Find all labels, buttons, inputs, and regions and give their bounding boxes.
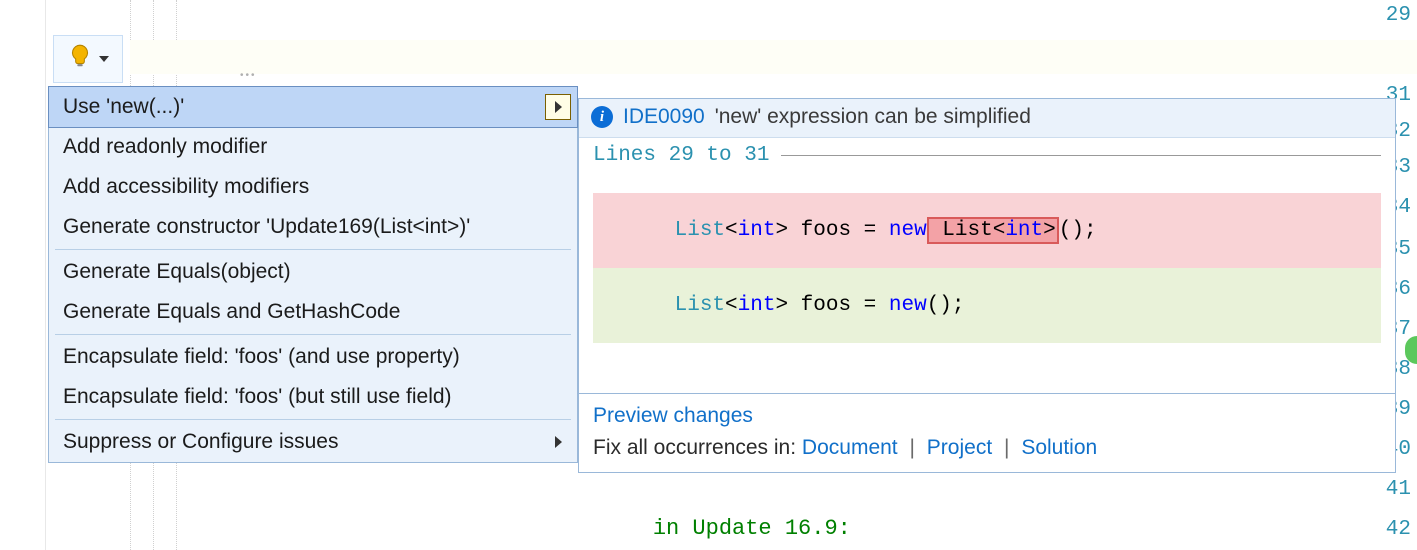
menu-item-label: Suppress or Configure issues xyxy=(63,430,338,453)
code-fix-preview-panel: i IDE0090 'new' expression can be simpli… xyxy=(578,98,1396,473)
ellipsis-hint-icon: ••• xyxy=(240,70,257,81)
menu-separator xyxy=(55,249,571,250)
menu-item-generate-equals-hashcode[interactable]: Generate Equals and GetHashCode xyxy=(49,292,577,332)
divider xyxy=(781,155,1381,156)
menu-item-generate-constructor[interactable]: Generate constructor 'Update169(List<int… xyxy=(49,207,577,247)
lightbulb-quickactions-button[interactable] xyxy=(53,35,123,83)
code-comment-line[interactable]: in Update 16.9: xyxy=(600,478,851,512)
chevron-down-icon xyxy=(99,56,109,62)
menu-item-label: Generate Equals and GetHashCode xyxy=(63,300,400,323)
pipe-separator: | xyxy=(903,436,920,459)
menu-item-label: Generate constructor 'Update169(List<int… xyxy=(63,215,470,238)
menu-item-suppress-configure[interactable]: Suppress or Configure issues xyxy=(49,422,577,462)
diff-before-line: List<int> foos = new List<int>(); xyxy=(593,193,1381,268)
diff-preview: Lines 29 to 31 List<int> foos = new List… xyxy=(579,138,1395,393)
fix-all-project-link[interactable]: Project xyxy=(927,436,992,459)
menu-item-label: Add readonly modifier xyxy=(63,135,267,158)
quick-actions-menu: Use 'new(...)' Add readonly modifier Add… xyxy=(48,86,578,463)
menu-item-encapsulate-field-property[interactable]: Encapsulate field: 'foos' (and use prope… xyxy=(49,337,577,377)
preview-footer: Preview changes Fix all occurrences in: … xyxy=(579,393,1395,472)
submenu-arrow-icon[interactable] xyxy=(545,94,571,120)
menu-separator xyxy=(55,334,571,335)
diagnostic-message: 'new' expression can be simplified xyxy=(715,105,1031,129)
fix-all-document-link[interactable]: Document xyxy=(802,436,898,459)
menu-separator xyxy=(55,419,571,420)
menu-item-add-accessibility[interactable]: Add accessibility modifiers xyxy=(49,167,577,207)
diff-after-line: List<int> foos = new(); xyxy=(593,268,1381,343)
menu-item-label: Encapsulate field: 'foos' (but still use… xyxy=(63,385,452,408)
line-number-gutter xyxy=(0,0,46,550)
menu-item-generate-equals[interactable]: Generate Equals(object) xyxy=(49,252,577,292)
menu-item-label: Encapsulate field: 'foos' (and use prope… xyxy=(63,345,460,368)
active-code-line[interactable]: List<int> foos = new List<int>(); xyxy=(130,40,1417,74)
info-icon: i xyxy=(591,106,613,128)
lightbulb-icon xyxy=(67,43,93,75)
fix-all-solution-link[interactable]: Solution xyxy=(1021,436,1097,459)
fix-all-label: Fix all occurrences in: xyxy=(593,436,796,459)
line-range-label: Lines 29 to 31 xyxy=(593,144,769,167)
menu-item-use-new[interactable]: Use 'new(...)' xyxy=(48,86,578,128)
menu-item-encapsulate-field-field[interactable]: Encapsulate field: 'foos' (but still use… xyxy=(49,377,577,417)
preview-changes-link[interactable]: Preview changes xyxy=(593,404,1381,428)
comment-text: in Update 16.9: xyxy=(653,516,851,541)
diagnostic-code[interactable]: IDE0090 xyxy=(623,105,705,129)
menu-item-add-readonly[interactable]: Add readonly modifier xyxy=(49,127,577,167)
menu-item-label: Use 'new(...)' xyxy=(63,95,184,118)
diagnostic-header: i IDE0090 'new' expression can be simpli… xyxy=(579,99,1395,138)
menu-item-label: Generate Equals(object) xyxy=(63,260,291,283)
submenu-arrow-icon xyxy=(545,429,571,455)
menu-item-label: Add accessibility modifiers xyxy=(63,175,309,198)
pipe-separator: | xyxy=(998,436,1015,459)
